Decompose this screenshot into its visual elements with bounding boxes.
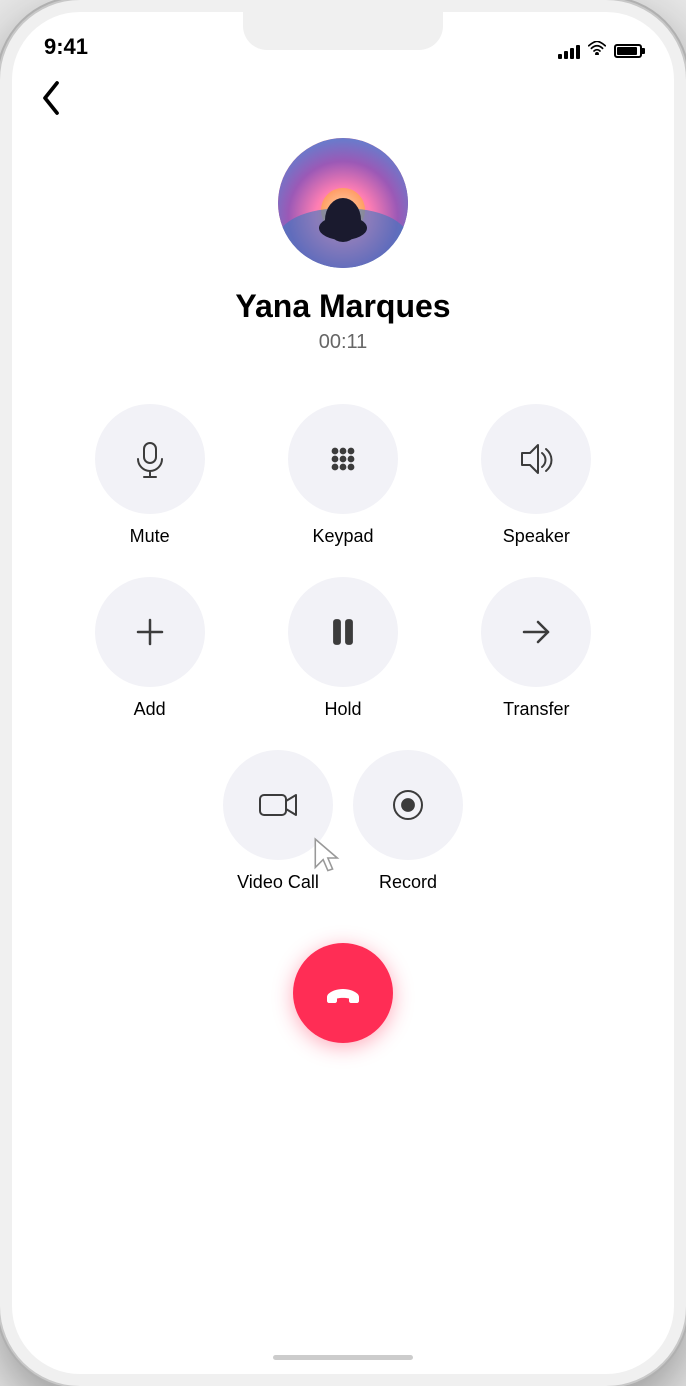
wifi-icon [588, 41, 606, 60]
arrow-icon [514, 610, 558, 654]
mute-button[interactable]: Mute [63, 404, 236, 547]
plus-icon [128, 610, 172, 654]
contact-name: Yana Marques [235, 288, 450, 325]
add-button[interactable]: Add [63, 577, 236, 720]
call-timer: 00:11 [319, 331, 368, 354]
add-label: Add [134, 699, 166, 720]
record-label: Record [379, 872, 437, 893]
phone-screen: 9:41 [12, 12, 674, 1374]
battery-icon [614, 44, 642, 58]
video-call-label: Video Call [237, 872, 319, 893]
hold-button[interactable]: Hold [256, 577, 429, 720]
end-call-button[interactable] [293, 943, 393, 1043]
record-icon [386, 783, 430, 827]
status-time: 9:41 [44, 34, 88, 60]
avatar-background [278, 138, 408, 268]
notch [243, 12, 443, 50]
video-call-button[interactable]: Video Call [223, 750, 333, 893]
speaker-button[interactable]: Speaker [450, 404, 623, 547]
controls-grid: Mute [63, 404, 623, 720]
video-icon [256, 783, 300, 827]
hold-label: Hold [324, 699, 361, 720]
mute-label: Mute [130, 526, 170, 547]
signal-icon [558, 43, 580, 59]
record-button[interactable]: Record [353, 750, 463, 893]
screen-content: Yana Marques 00:11 Mute [12, 68, 674, 1374]
phone-frame: 9:41 [0, 0, 686, 1386]
cursor-icon [309, 836, 337, 864]
mic-icon [128, 437, 172, 481]
keypad-icon [321, 437, 365, 481]
back-button[interactable] [40, 80, 62, 123]
transfer-label: Transfer [503, 699, 569, 720]
home-indicator [273, 1355, 413, 1360]
speaker-label: Speaker [503, 526, 570, 547]
pause-icon [321, 610, 365, 654]
end-call-icon [319, 969, 367, 1017]
keypad-button[interactable]: Keypad [256, 404, 429, 547]
keypad-label: Keypad [312, 526, 373, 547]
avatar [278, 138, 408, 268]
controls-bottom-row: Video Call Record [63, 750, 623, 893]
speaker-icon [514, 437, 558, 481]
transfer-button[interactable]: Transfer [450, 577, 623, 720]
status-icons [558, 41, 642, 60]
